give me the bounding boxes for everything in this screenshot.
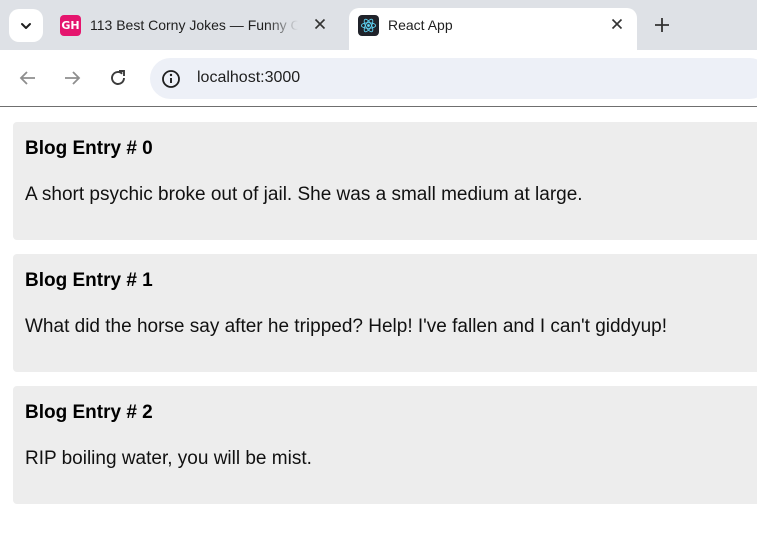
- tab-title: 113 Best Corny Jokes — Funny Corny Jokes: [90, 17, 298, 33]
- close-icon[interactable]: [310, 14, 330, 34]
- entry-body: A short psychic broke out of jail. She w…: [25, 184, 583, 205]
- blog-entry: Blog Entry # 1 What did the horse say af…: [13, 254, 757, 372]
- back-button[interactable]: [16, 66, 40, 90]
- blog-entry: Blog Entry # 2 RIP boiling water, you wi…: [13, 386, 757, 504]
- tab-search-button[interactable]: [9, 9, 43, 42]
- chevron-down-icon: [21, 22, 31, 29]
- blog-entry: Blog Entry # 0 A short psychic broke out…: [13, 122, 757, 240]
- reload-button[interactable]: [106, 66, 130, 90]
- entry-title: Blog Entry # 0: [25, 138, 153, 159]
- entry-body: What did the horse say after he tripped?…: [25, 316, 668, 337]
- reload-icon: [111, 70, 125, 85]
- entry-body: RIP boiling water, you will be mist.: [25, 448, 312, 469]
- tab-title: React App: [388, 17, 453, 33]
- entry-title: Blog Entry # 2: [25, 402, 153, 423]
- url-text[interactable]: localhost:3000: [197, 69, 300, 87]
- arrow-left-icon: [19, 71, 35, 85]
- tab-strip: GH 113 Best Corny Jokes — Funny Corny Jo…: [0, 0, 757, 50]
- tab-corny-jokes[interactable]: GH 113 Best Corny Jokes — Funny Corny Jo…: [50, 8, 340, 50]
- new-tab-button[interactable]: [650, 13, 674, 37]
- arrow-right-icon: [65, 71, 81, 85]
- page-content: Blog Entry # 0 A short psychic broke out…: [0, 107, 757, 535]
- site-favicon: GH: [60, 15, 81, 36]
- react-icon: [358, 15, 379, 36]
- tab-react-app[interactable]: React App: [349, 8, 637, 50]
- browser-toolbar: localhost:3000: [0, 50, 757, 107]
- address-bar[interactable]: localhost:3000: [150, 58, 757, 99]
- entry-title: Blog Entry # 1: [25, 270, 153, 291]
- info-icon[interactable]: [161, 69, 181, 89]
- plus-icon: [655, 18, 669, 32]
- close-icon[interactable]: [607, 14, 627, 34]
- forward-button[interactable]: [60, 66, 84, 90]
